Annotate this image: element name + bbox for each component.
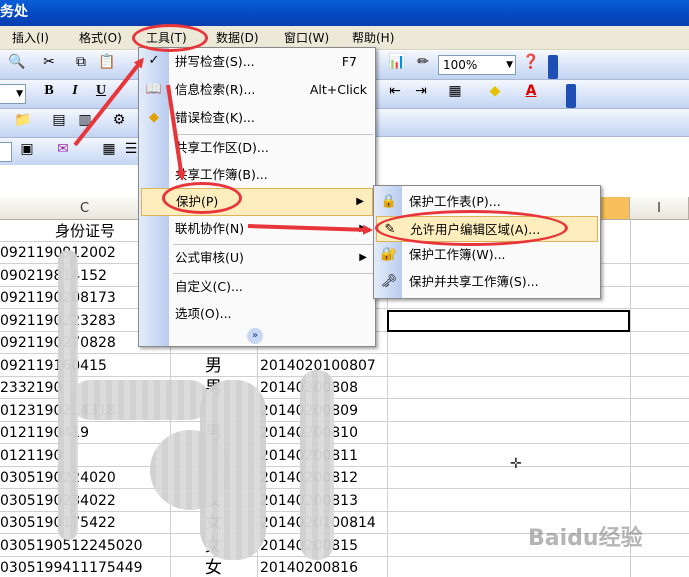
annotation-arrow <box>247 224 373 235</box>
annotation-arrows <box>73 57 373 235</box>
watermark: Baidu经验 <box>528 526 643 551</box>
annotation-arrow <box>73 57 144 147</box>
crosshair-cursor-icon: ✛ <box>510 456 522 472</box>
annotation-arrow <box>166 84 186 181</box>
